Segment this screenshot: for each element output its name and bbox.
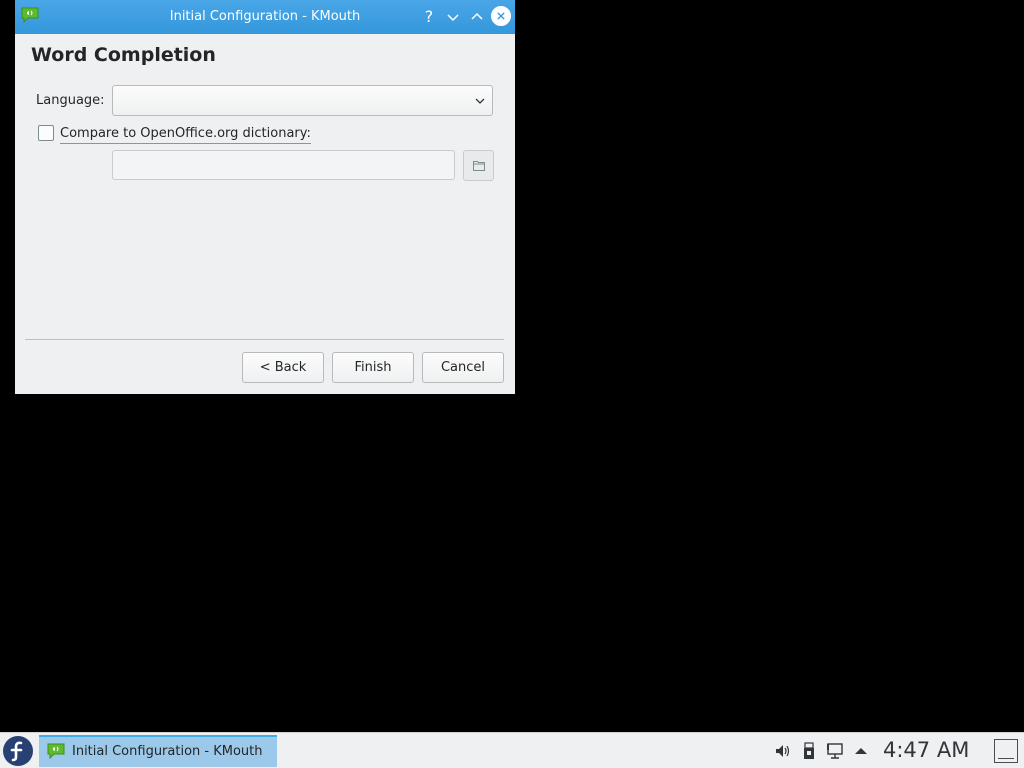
taskbar: Initial Configuration - KMouth 4:47 AM <box>0 732 1024 768</box>
browse-dictionary-button[interactable] <box>463 150 494 181</box>
chevron-down-icon <box>475 98 485 104</box>
help-button[interactable]: ? <box>419 7 439 27</box>
expand-tray-arrow-icon[interactable] <box>852 742 870 760</box>
language-select[interactable] <box>112 85 493 116</box>
clock[interactable]: 4:47 AM <box>883 738 969 762</box>
page-title: Word Completion <box>31 44 216 66</box>
network-icon[interactable] <box>826 742 844 760</box>
speaker-icon[interactable] <box>773 742 791 760</box>
dictionary-path-input[interactable] <box>112 150 455 180</box>
cancel-button[interactable]: Cancel <box>422 352 504 383</box>
button-separator <box>25 339 504 340</box>
minimize-button[interactable] <box>443 7 463 27</box>
window-title: Initial Configuration - KMouth <box>169 9 361 24</box>
compare-dictionary-label[interactable]: Compare to OpenOffice.org dictionary: <box>60 126 311 144</box>
show-desktop-icon <box>998 758 1014 759</box>
titlebar[interactable]: Initial Configuration - KMouth ? <box>15 0 515 34</box>
maximize-button[interactable] <box>467 7 487 27</box>
back-button[interactable]: < Back <box>242 352 324 383</box>
close-button[interactable] <box>491 6 511 26</box>
dialog-window: Initial Configuration - KMouth ? Word Co… <box>15 0 515 394</box>
finish-button[interactable]: Finish <box>332 352 414 383</box>
show-desktop-button[interactable] <box>994 739 1018 763</box>
kmouth-app-icon <box>47 743 65 759</box>
language-label: Language: <box>36 93 105 108</box>
folder-open-icon <box>473 161 485 171</box>
usb-device-icon[interactable] <box>800 742 818 760</box>
compare-dictionary-checkbox[interactable] <box>38 125 54 141</box>
fedora-logo-icon[interactable] <box>2 735 34 767</box>
taskbar-task-kmouth[interactable]: Initial Configuration - KMouth <box>39 735 277 767</box>
taskbar-task-label: Initial Configuration - KMouth <box>72 744 263 759</box>
